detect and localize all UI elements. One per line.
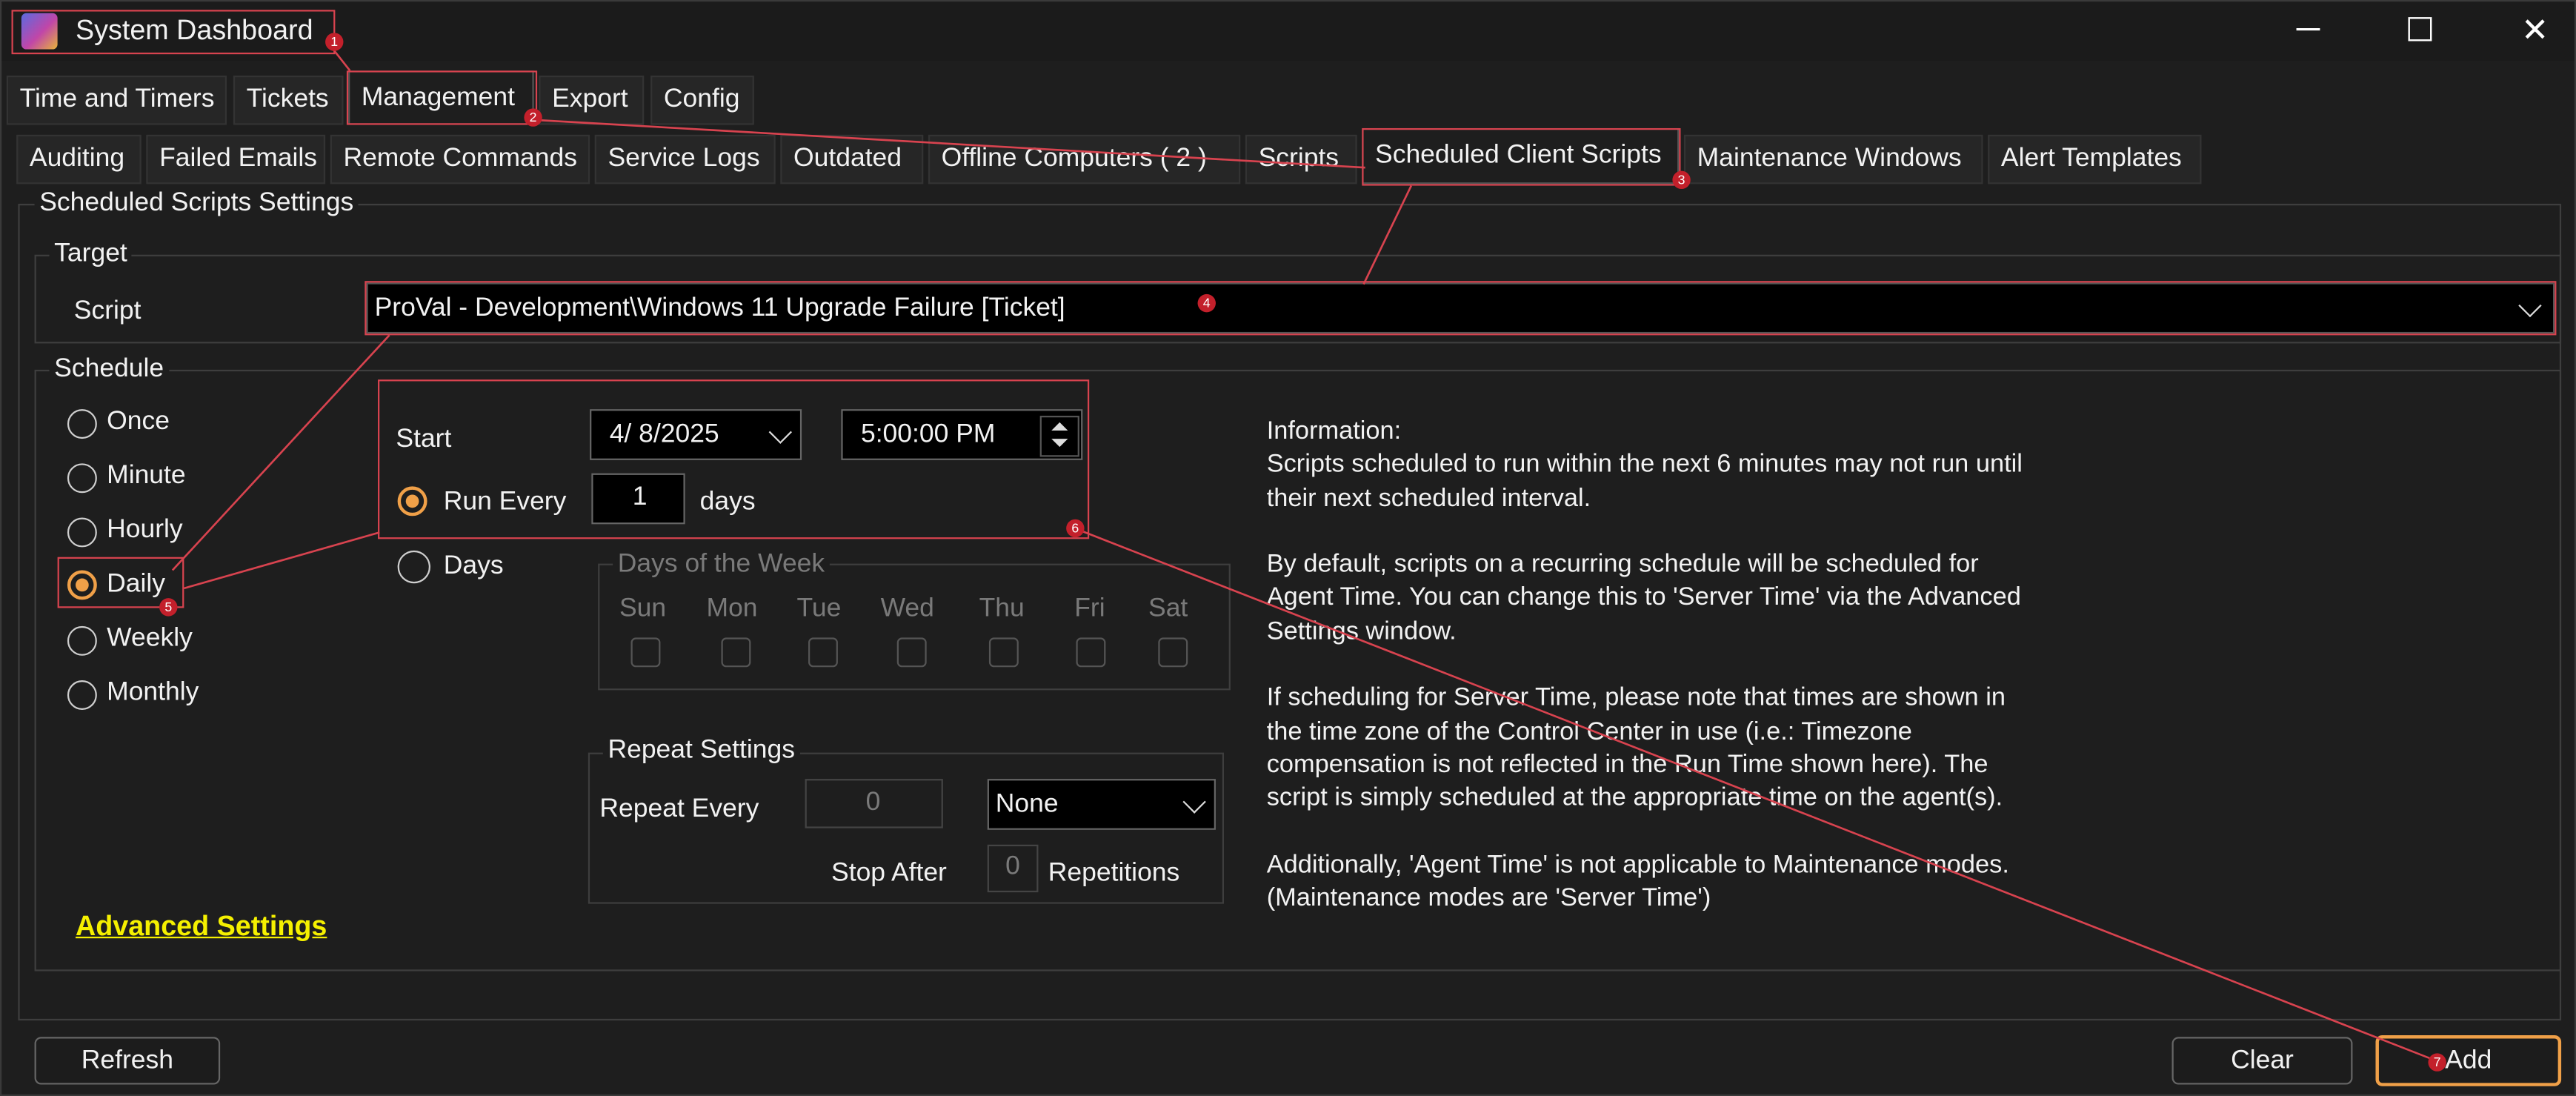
- day-checkbox-sun[interactable]: [630, 637, 661, 668]
- info-line: their next scheduled interval.: [1266, 484, 1591, 512]
- annotation-badge-5: 5: [159, 598, 178, 617]
- minimize-button[interactable]: ─: [2259, 1, 2357, 57]
- stop-after-value: 0: [1005, 852, 1020, 881]
- day-label-mon: Mon: [706, 594, 758, 623]
- radio-button-icon: [67, 625, 97, 656]
- maximize-button[interactable]: ☐: [2371, 1, 2469, 57]
- annotation-badge-2: 2: [524, 108, 542, 127]
- day-label-wed: Wed: [880, 594, 934, 623]
- info-line: Scripts scheduled to run within the next…: [1266, 451, 2023, 479]
- target-group-title: Target: [49, 239, 133, 270]
- radio-button-icon: [67, 517, 97, 548]
- stop-after-label: Stop After: [831, 859, 947, 888]
- subtab-scripts[interactable]: Scripts: [1245, 134, 1357, 185]
- info-line: (Maintenance modes are 'Server Time'): [1266, 884, 1711, 913]
- repeat-unit-value: None: [995, 790, 1059, 819]
- radio-button-icon: [397, 550, 430, 584]
- repeat-every-label: Repeat Every: [599, 795, 759, 823]
- annotation-badge-1: 1: [325, 33, 344, 51]
- radio-hourly-label: Hourly: [107, 516, 183, 544]
- day-label-tue: Tue: [796, 594, 842, 623]
- advanced-settings-link[interactable]: Advanced Settings: [76, 910, 327, 943]
- day-checkbox-wed[interactable]: [896, 637, 927, 668]
- annotation-box-2: [346, 70, 538, 125]
- radio-button-icon: [67, 409, 97, 439]
- subtab-auditing[interactable]: Auditing: [16, 134, 142, 185]
- annotation-badge-4: 4: [1197, 293, 1216, 313]
- settings-group-title: Scheduled Scripts Settings: [34, 189, 359, 219]
- radio-weekly-label: Weekly: [107, 624, 193, 653]
- tab-time-and-timers[interactable]: Time and Timers: [6, 76, 227, 125]
- repeat-every-value: 0: [865, 788, 881, 817]
- info-line: the time zone of the Control Center in u…: [1266, 717, 1912, 746]
- annotation-box-4: [365, 281, 2557, 336]
- tab-tickets[interactable]: Tickets: [233, 76, 344, 125]
- radio-once-label: Once: [107, 407, 170, 436]
- annotation-badge-3: 3: [1672, 170, 1691, 190]
- info-line: [1267, 816, 2121, 849]
- info-line: [1267, 649, 2121, 682]
- day-label-thu: Thu: [979, 594, 1025, 623]
- annotation-box-6: [378, 379, 1090, 539]
- info-line: compensation is not reflected in the Run…: [1266, 751, 1988, 780]
- annotation-box-3: [1362, 127, 1681, 186]
- day-label-sun: Sun: [619, 594, 667, 623]
- info-line: Settings window.: [1266, 617, 1457, 645]
- radio-monthly-label: Monthly: [107, 678, 199, 707]
- subtab-failed-emails[interactable]: Failed Emails: [146, 134, 326, 185]
- repeat-settings-title: Repeat Settings: [602, 736, 800, 766]
- info-line: Agent Time. You can change this to 'Serv…: [1266, 584, 2021, 612]
- refresh-button[interactable]: Refresh: [34, 1037, 221, 1085]
- repeat-unit-select[interactable]: None: [987, 779, 1216, 830]
- day-checkbox-sat[interactable]: [1158, 637, 1188, 668]
- days-radio-label: Days: [443, 552, 504, 580]
- tab-config[interactable]: Config: [650, 76, 754, 125]
- tab-export[interactable]: Export: [539, 76, 645, 125]
- radio-button-icon: [67, 463, 97, 494]
- day-checkbox-thu[interactable]: [988, 637, 1019, 668]
- info-line: script is simply scheduled at the approp…: [1266, 784, 2003, 813]
- radio-minute-label: Minute: [107, 462, 186, 490]
- repeat-every-input[interactable]: 0: [805, 779, 943, 828]
- subtab-alert-templates[interactable]: Alert Templates: [1988, 134, 2202, 185]
- add-button[interactable]: Add: [2375, 1035, 2562, 1086]
- day-label-fri: Fri: [1074, 594, 1105, 623]
- info-line: Information:: [1266, 417, 1402, 445]
- info-line: By default, scripts on a recurring sched…: [1266, 551, 1979, 579]
- day-checkbox-tue[interactable]: [808, 637, 838, 668]
- chevron-down-icon: [1182, 790, 1206, 814]
- days-of-week-title: Days of the Week: [613, 550, 830, 580]
- repetitions-label: Repetitions: [1048, 859, 1180, 888]
- info-line: [1267, 516, 2121, 549]
- day-label-sat: Sat: [1148, 594, 1188, 623]
- day-checkbox-mon[interactable]: [721, 637, 751, 668]
- schedule-group-title: Schedule: [49, 354, 169, 385]
- info-line: Additionally, 'Agent Time' is not applic…: [1266, 851, 2009, 880]
- subtab-outdated[interactable]: Outdated: [780, 134, 924, 185]
- clear-button[interactable]: Clear: [2171, 1037, 2353, 1085]
- stop-after-input[interactable]: 0: [987, 844, 1039, 893]
- subtab-offline-computers[interactable]: Offline Computers ( 2 ): [928, 134, 1241, 185]
- days-of-week-group: [598, 563, 1231, 691]
- title-bar: System Dashboard ─ ☐ ✕: [1, 1, 2575, 62]
- subtab-service-logs[interactable]: Service Logs: [594, 134, 776, 185]
- subtab-remote-commands[interactable]: Remote Commands: [330, 134, 590, 185]
- radio-button-icon: [67, 680, 97, 710]
- subtab-maintenance-windows[interactable]: Maintenance Windows: [1683, 134, 1983, 185]
- script-label: Script: [73, 297, 142, 326]
- info-line: If scheduling for Server Time, please no…: [1266, 684, 2006, 713]
- day-checkbox-fri[interactable]: [1076, 637, 1106, 668]
- annotation-badge-6: 6: [1066, 519, 1085, 538]
- annotation-badge-7: 7: [2428, 1053, 2446, 1072]
- annotation-box-1: [11, 10, 336, 55]
- close-button[interactable]: ✕: [2486, 1, 2575, 57]
- information-text: Information: Scripts scheduled to run wi…: [1267, 416, 2121, 916]
